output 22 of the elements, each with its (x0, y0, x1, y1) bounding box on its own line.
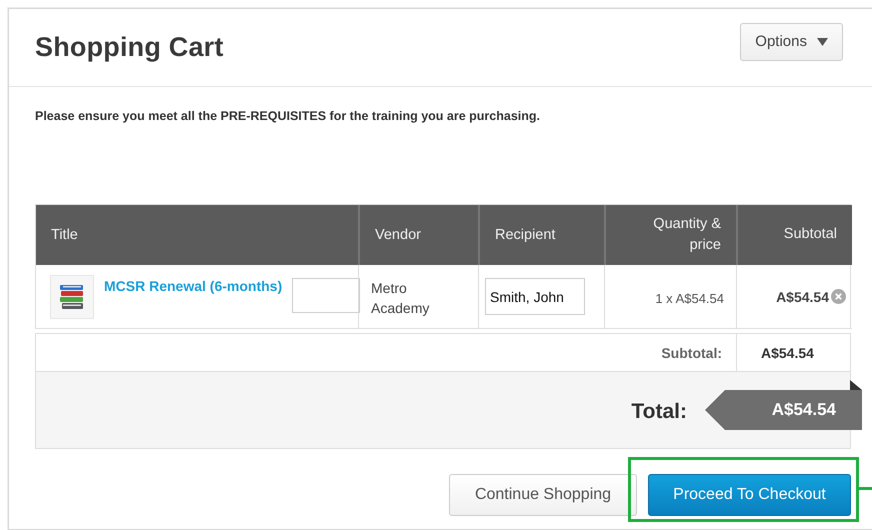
books-icon (50, 275, 94, 319)
total-amount: A$54.54 (705, 380, 862, 430)
input-field[interactable] (292, 278, 360, 313)
remove-icon[interactable] (831, 289, 846, 304)
column-header: Quantity & price (604, 205, 736, 265)
vendor-text: Metro Academy (371, 279, 430, 318)
subtotal-amount: A$54.54 (761, 344, 814, 360)
total-label: Total: (631, 400, 687, 424)
quantity-price: 1 x A$54.54 (655, 291, 724, 306)
subtotal-text: A$54.54 (776, 288, 829, 304)
column-header: Subtotal (736, 205, 852, 265)
continue-shopping-button[interactable]: Continue Shopping (449, 474, 637, 516)
prerequisites-notice: Please ensure you meet all the PRE-REQUISITES for the training you are purchasing. (35, 109, 541, 123)
subtotal-label: Subtotal: (661, 344, 722, 360)
checkout-button[interactable]: Proceed To Checkout (648, 474, 851, 516)
page-title: Shopping Cart (35, 32, 224, 63)
caret-icon (817, 38, 828, 46)
recipient-field[interactable]: Smith, John (485, 278, 585, 315)
options-button[interactable]: Options (740, 22, 843, 60)
column-header: Title (36, 205, 358, 265)
column-header: Recipient (478, 205, 604, 265)
column-header: Vendor (358, 205, 478, 265)
